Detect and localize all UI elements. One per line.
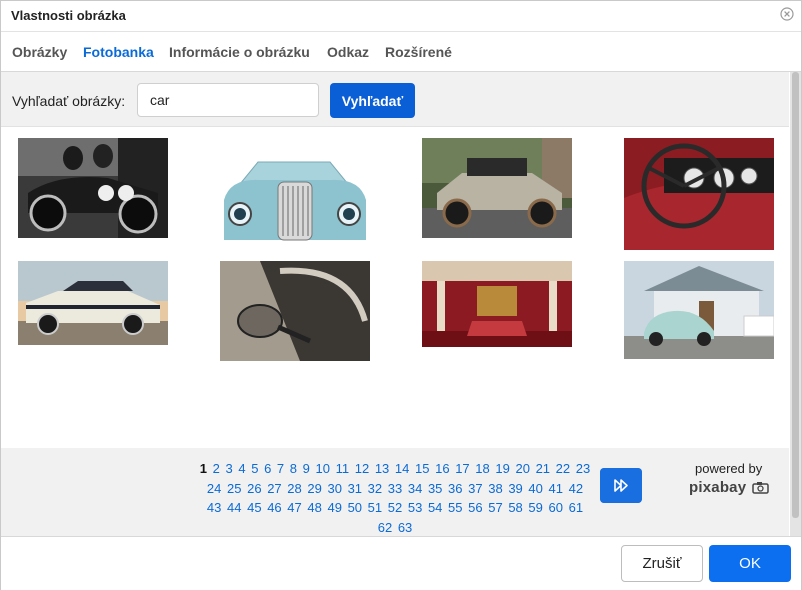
result-thumbnail[interactable] [220,142,369,242]
page-number-link[interactable]: 17 [455,461,469,476]
search-button[interactable]: Vyhľadať [330,83,415,118]
page-number-link[interactable]: 30 [327,481,341,496]
page-number-link[interactable]: 38 [488,481,502,496]
page-number-link[interactable]: 5 [251,461,258,476]
result-thumbnail[interactable] [422,138,572,238]
page-number-link[interactable]: 39 [508,481,522,496]
page-number-link[interactable]: 45 [247,500,261,515]
scrollbar-thumb[interactable] [792,72,799,518]
page-number-link[interactable]: 19 [495,461,509,476]
page-number-link[interactable]: 49 [327,500,341,515]
page-number-link[interactable]: 47 [287,500,301,515]
page-number-link[interactable]: 43 [207,500,221,515]
page-number-link[interactable]: 32 [368,481,382,496]
vertical-scrollbar[interactable] [790,72,801,536]
page-number-link[interactable]: 31 [348,481,362,496]
page-number-link[interactable]: 10 [316,461,330,476]
page-number-link[interactable]: 1 [200,461,207,476]
camera-icon [752,482,769,494]
page-number-link[interactable]: 58 [508,500,522,515]
page-number-link[interactable]: 9 [303,461,310,476]
page-number-link[interactable]: 2 [213,461,220,476]
page-number-link[interactable]: 18 [475,461,489,476]
pixabay-logo: pixabay [689,479,747,496]
result-thumbnail[interactable] [220,261,370,361]
tab-link[interactable]: Odkaz [327,44,369,60]
page-number-link[interactable]: 61 [569,500,583,515]
dialog-titlebar: Vlastnosti obrázka [1,1,801,32]
search-input[interactable] [137,83,319,117]
stock-photo-panel: Vyhľadať obrázky: Vyhľadať [1,72,789,536]
result-thumbnail[interactable] [624,138,774,250]
page-number-link[interactable]: 13 [375,461,389,476]
tab-images[interactable]: Obrázky [12,44,67,60]
page-number-link[interactable]: 7 [277,461,284,476]
page-number-link[interactable]: 15 [415,461,429,476]
tab-image-info[interactable]: Informácie o obrázku [169,44,310,60]
page-number-link[interactable]: 12 [355,461,369,476]
page-number-link[interactable]: 46 [267,500,281,515]
result-thumbnail[interactable] [422,261,572,347]
search-label: Vyhľadať obrázky: [12,93,126,109]
page-number-link[interactable]: 56 [468,500,482,515]
ok-button[interactable]: OK [709,545,791,582]
page-number-link[interactable]: 59 [528,500,542,515]
page-number-link[interactable]: 36 [448,481,462,496]
result-thumbnail[interactable] [624,261,774,359]
page-number-link[interactable]: 25 [227,481,241,496]
page-number-link[interactable]: 20 [515,461,529,476]
tab-bar: Obrázky Fotobanka Informácie o obrázku O… [1,32,801,72]
page-number-link[interactable]: 24 [207,481,221,496]
page-number-link[interactable]: 16 [435,461,449,476]
tab-advanced[interactable]: Rozšírené [385,44,452,60]
page-number-link[interactable]: 27 [267,481,281,496]
powered-by-label: powered by [695,461,763,476]
page-number-link[interactable]: 22 [556,461,570,476]
page-number-link[interactable]: 60 [549,500,563,515]
page-number-link[interactable]: 35 [428,481,442,496]
dialog-footer: Zrušiť OK [1,536,801,590]
page-number-list: 1 2 3 4 5 6 7 8 9 10 11 12 13 14 15 16 1… [197,459,593,536]
page-number-link[interactable]: 34 [408,481,422,496]
page-number-link[interactable]: 4 [238,461,245,476]
result-thumbnail[interactable] [18,138,168,238]
page-number-link[interactable]: 37 [468,481,482,496]
page-number-link[interactable]: 23 [576,461,590,476]
page-number-link[interactable]: 48 [307,500,321,515]
cancel-button[interactable]: Zrušiť [621,545,703,582]
page-number-link[interactable]: 52 [388,500,402,515]
pagination-bar: 1 2 3 4 5 6 7 8 9 10 11 12 13 14 15 16 1… [1,448,789,536]
page-number-link[interactable]: 51 [368,500,382,515]
page-number-link[interactable]: 62 [378,520,392,535]
page-number-link[interactable]: 28 [287,481,301,496]
page-number-link[interactable]: 11 [336,461,350,476]
page-number-link[interactable]: 53 [408,500,422,515]
fast-forward-icon[interactable] [600,468,642,503]
close-icon[interactable] [780,7,794,21]
result-thumbnail[interactable] [18,261,168,345]
page-number-link[interactable]: 57 [488,500,502,515]
page-number-link[interactable]: 26 [247,481,261,496]
page-number-link[interactable]: 29 [307,481,321,496]
page-number-link[interactable]: 6 [264,461,271,476]
page-number-link[interactable]: 40 [528,481,542,496]
page-number-link[interactable]: 14 [395,461,409,476]
page-number-link[interactable]: 33 [388,481,402,496]
page-number-link[interactable]: 54 [428,500,442,515]
tab-stock-photos[interactable]: Fotobanka [83,44,154,60]
page-number-link[interactable]: 42 [569,481,583,496]
dialog-title: Vlastnosti obrázka [11,8,126,23]
page-number-link[interactable]: 55 [448,500,462,515]
page-number-link[interactable]: 63 [398,520,412,535]
search-bar: Vyhľadať obrázky: Vyhľadať [1,72,789,127]
page-number-link[interactable]: 21 [536,461,550,476]
page-number-link[interactable]: 50 [348,500,362,515]
page-number-link[interactable]: 44 [227,500,241,515]
image-properties-dialog: Vlastnosti obrázka Obrázky Fotobanka Inf… [0,0,802,590]
page-number-link[interactable]: 41 [549,481,563,496]
page-number-link[interactable]: 3 [225,461,232,476]
page-number-link[interactable]: 8 [290,461,297,476]
